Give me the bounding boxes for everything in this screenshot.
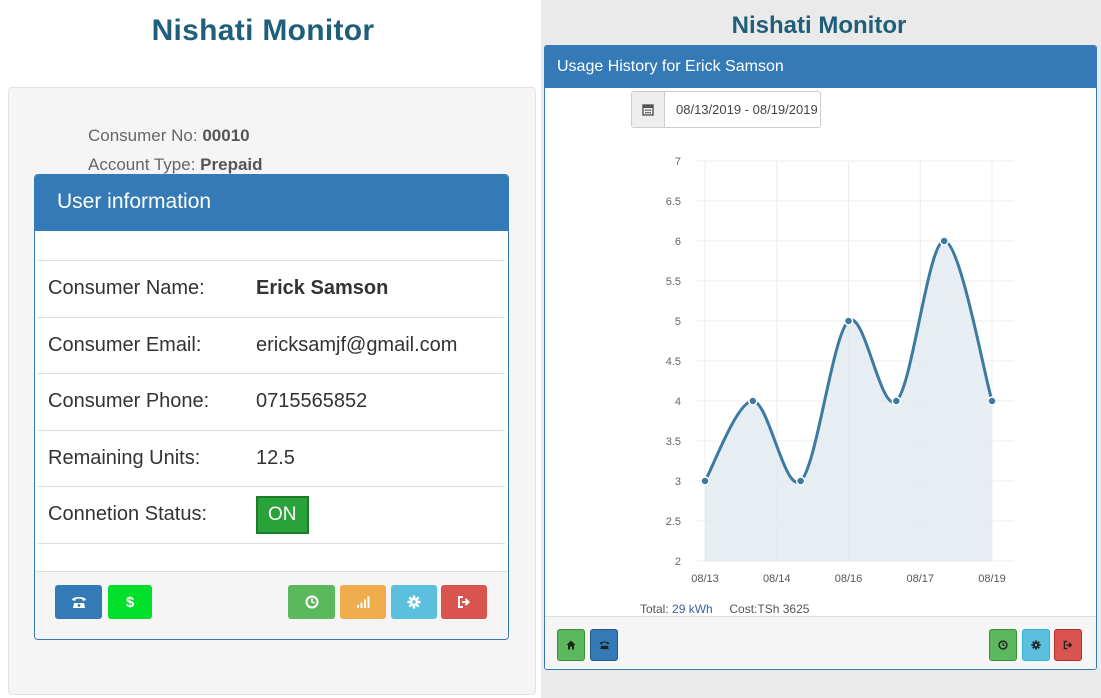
y-tick-label: 3.5 — [666, 436, 681, 448]
cost-value: TSh 3625 — [757, 602, 810, 616]
calendar-icon — [632, 92, 665, 127]
data-point — [987, 396, 997, 406]
table-row: Consumer Phone: 0715565852 — [38, 374, 505, 431]
y-tick-label: 4.5 — [666, 356, 681, 368]
row-label: Consumer Email: — [48, 333, 202, 356]
x-tick-label: 08/19 — [978, 573, 1006, 585]
account-type-label: Account Type: — [88, 155, 201, 174]
user-info-panel: User information Consumer Name: Erick Sa… — [34, 174, 509, 640]
consumer-no-line: Consumer No: 00010 — [88, 121, 263, 150]
table-row: Consumer Email: ericksamjf@gmail.com — [38, 318, 505, 374]
total-label: Total: — [640, 602, 673, 616]
y-tick-label: 5 — [675, 316, 681, 328]
remaining-units-value: 12.5 — [256, 446, 295, 469]
panel-footer: $ — [35, 571, 508, 639]
panel-footer — [545, 616, 1096, 669]
y-tick-label: 6.5 — [666, 196, 681, 208]
usage-chart: 2 2.5 3 3.5 4 4.5 5 5.5 6 6.5 7 08/13 08/14 08/16 08/1… — [625, 138, 1025, 603]
app-title: Nishati Monitor — [151, 14, 375, 47]
x-tick-label: 08/14 — [763, 573, 791, 585]
history-button[interactable] — [288, 585, 335, 619]
user-info-table: Consumer Name: Erick Samson Consumer Ema… — [38, 260, 505, 544]
home-button[interactable] — [557, 629, 585, 661]
sign-out-icon — [1063, 640, 1073, 650]
x-tick-label: 08/16 — [835, 573, 863, 585]
date-range-value: 08/13/2019 - 08/19/2019 — [676, 102, 818, 117]
settings-button[interactable] — [1022, 629, 1050, 661]
y-tick-label: 6 — [675, 236, 681, 248]
x-tick-label: 08/17 — [906, 573, 934, 585]
y-tick-label: 3 — [675, 476, 681, 488]
y-tick-label: 4 — [675, 396, 681, 408]
data-point — [939, 236, 949, 246]
connection-status-toggle[interactable]: ON — [256, 495, 309, 534]
phone-icon — [599, 641, 609, 650]
data-point — [700, 476, 710, 486]
data-point — [748, 396, 758, 406]
cost-label: Cost: — [729, 602, 758, 616]
consumer-email-value: ericksamjf@gmail.com — [256, 333, 458, 356]
gear-icon — [1031, 640, 1041, 650]
connection-status-cell: ON — [246, 495, 309, 534]
table-row: Connetion Status: ON — [38, 487, 505, 544]
date-range-picker[interactable]: 08/13/2019 - 08/19/2019 — [631, 91, 821, 128]
data-point — [891, 396, 902, 406]
panel-title: Usage History for Erick Samson — [545, 46, 1096, 88]
account-meta: Consumer No: 00010 Account Type: Prepaid — [88, 121, 263, 179]
y-tick-label: 2.5 — [666, 516, 681, 528]
phone-icon — [71, 597, 86, 608]
phone-button[interactable] — [590, 629, 618, 661]
row-label: Remaining Units: — [48, 446, 201, 469]
y-tick-label: 5.5 — [666, 276, 681, 288]
settings-button[interactable] — [391, 585, 437, 619]
user-info-screen: Nishati Monitor Consumer No: 00010 Accou… — [0, 0, 540, 698]
payment-button[interactable]: $ — [108, 585, 152, 619]
sign-out-icon — [458, 596, 470, 608]
consumer-no-label: Consumer No: — [88, 126, 203, 145]
app-title: Nishati Monitor — [731, 12, 907, 39]
usage-chart-svg: 2 2.5 3 3.5 4 4.5 5 5.5 6 6.5 7 08/13 08/14 08/16 08/1… — [666, 156, 1014, 585]
usage-history-screen: Nishati Monitor Usage History for Erick … — [541, 0, 1101, 698]
logout-button[interactable] — [1054, 629, 1082, 661]
signal-icon — [357, 596, 370, 608]
x-tick-label: 08/13 — [691, 573, 719, 585]
phone-button[interactable] — [55, 585, 102, 619]
usage-button[interactable] — [340, 585, 386, 619]
clock-icon — [305, 595, 318, 609]
table-row: Consumer Name: Erick Samson — [38, 261, 505, 318]
row-label: Consumer Name: — [48, 277, 205, 300]
dollar-icon: $ — [125, 593, 135, 611]
row-label: Consumer Phone: — [48, 390, 210, 413]
total-value: 29 kWh — [672, 602, 713, 616]
table-row: Remaining Units: 12.5 — [38, 431, 505, 487]
data-point — [795, 476, 806, 486]
logout-button[interactable] — [441, 585, 487, 619]
history-button[interactable] — [989, 629, 1017, 661]
y-tick-label: 2 — [675, 556, 681, 568]
row-label: Connetion Status: — [48, 503, 207, 526]
data-point — [843, 316, 854, 326]
usage-history-panel: Usage History for Erick Samson 08/13/201… — [544, 45, 1097, 670]
y-tick-label: 7 — [675, 156, 681, 168]
panel-title: User information — [35, 175, 508, 231]
home-icon — [566, 640, 576, 650]
account-type-value: Prepaid — [200, 155, 263, 174]
consumer-name-value: Erick Samson — [256, 277, 389, 300]
usage-totals: Total: 29 kWh Cost:TSh 3625 — [640, 602, 809, 616]
clock-icon — [998, 640, 1008, 650]
gear-icon — [407, 595, 421, 609]
consumer-phone-value: 0715565852 — [256, 390, 368, 413]
consumer-no-value: 00010 — [202, 126, 250, 145]
